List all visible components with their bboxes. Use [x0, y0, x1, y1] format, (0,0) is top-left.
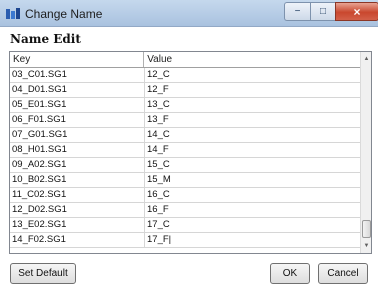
table-body: 03_C01.SG1 12_C 04_D01.SG1 12_F 05_E01.S… [10, 68, 361, 248]
maximize-icon: □ [319, 6, 327, 17]
table-row[interactable]: 05_E01.SG1 13_C [10, 98, 361, 113]
value-cell[interactable]: 14_C [145, 128, 361, 142]
value-cell[interactable]: 16_C [145, 188, 361, 202]
panel-heading: Name Edit [10, 32, 81, 46]
vertical-scrollbar[interactable]: ▲ ▼ [360, 52, 371, 253]
close-icon: × [353, 4, 361, 19]
key-cell[interactable]: 11_C02.SG1 [10, 188, 145, 202]
ok-button[interactable]: OK [270, 263, 310, 284]
table-row[interactable]: 09_A02.SG1 15_C [10, 158, 361, 173]
key-cell[interactable]: 10_B02.SG1 [10, 173, 145, 187]
table-row[interactable]: 13_E02.SG1 17_C [10, 218, 361, 233]
scroll-up-icon[interactable]: ▲ [362, 53, 371, 65]
table-row[interactable]: 14_F02.SG1 17_F| [10, 233, 361, 248]
value-cell[interactable]: 12_C [145, 68, 361, 82]
value-cell[interactable]: 15_M [145, 173, 361, 187]
key-cell[interactable]: 13_E02.SG1 [10, 218, 145, 232]
title-bar[interactable]: Change Name − □ × [0, 0, 378, 27]
minimize-button[interactable]: − [284, 2, 310, 21]
column-header-value[interactable]: Value [144, 52, 361, 67]
key-cell[interactable]: 06_F01.SG1 [10, 113, 145, 127]
value-cell[interactable]: 17_C [145, 218, 361, 232]
table-row[interactable]: 04_D01.SG1 12_F [10, 83, 361, 98]
table-row[interactable]: 08_H01.SG1 14_F [10, 143, 361, 158]
name-table[interactable]: Key Value 03_C01.SG1 12_C 04_D01.SG1 12_… [9, 51, 372, 254]
window-title: Change Name [25, 7, 103, 21]
cancel-button[interactable]: Cancel [318, 263, 368, 284]
value-cell[interactable]: 12_F [145, 83, 361, 97]
value-cell[interactable]: 13_F [145, 113, 361, 127]
app-icon [6, 8, 20, 19]
table-row[interactable]: 03_C01.SG1 12_C [10, 68, 361, 83]
table-row[interactable]: 11_C02.SG1 16_C [10, 188, 361, 203]
minimize-icon: − [294, 6, 301, 17]
table-row[interactable]: 06_F01.SG1 13_F [10, 113, 361, 128]
value-cell[interactable]: 15_C [145, 158, 361, 172]
key-cell[interactable]: 04_D01.SG1 [10, 83, 145, 97]
scroll-down-icon[interactable]: ▼ [362, 240, 371, 252]
key-cell[interactable]: 05_E01.SG1 [10, 98, 145, 112]
table-row[interactable]: 10_B02.SG1 15_M [10, 173, 361, 188]
key-cell[interactable]: 07_G01.SG1 [10, 128, 145, 142]
scrollbar-thumb[interactable] [362, 220, 371, 238]
key-cell[interactable]: 12_D02.SG1 [10, 203, 145, 217]
value-cell[interactable]: 14_F [145, 143, 361, 157]
maximize-button[interactable]: □ [310, 2, 335, 21]
table-row[interactable]: 07_G01.SG1 14_C [10, 128, 361, 143]
key-cell[interactable]: 08_H01.SG1 [10, 143, 145, 157]
value-cell-editing[interactable]: 17_F| [145, 233, 361, 247]
key-cell[interactable]: 03_C01.SG1 [10, 68, 145, 82]
set-default-button[interactable]: Set Default [10, 263, 76, 284]
value-cell[interactable]: 16_F [145, 203, 361, 217]
table-row[interactable]: 12_D02.SG1 16_F [10, 203, 361, 218]
key-cell[interactable]: 14_F02.SG1 [10, 233, 145, 247]
key-cell[interactable]: 09_A02.SG1 [10, 158, 145, 172]
window-controls: − □ × [284, 2, 378, 21]
close-button[interactable]: × [335, 2, 378, 21]
value-cell[interactable]: 13_C [145, 98, 361, 112]
column-header-key[interactable]: Key [10, 52, 145, 67]
table-header: Key Value [10, 52, 361, 68]
